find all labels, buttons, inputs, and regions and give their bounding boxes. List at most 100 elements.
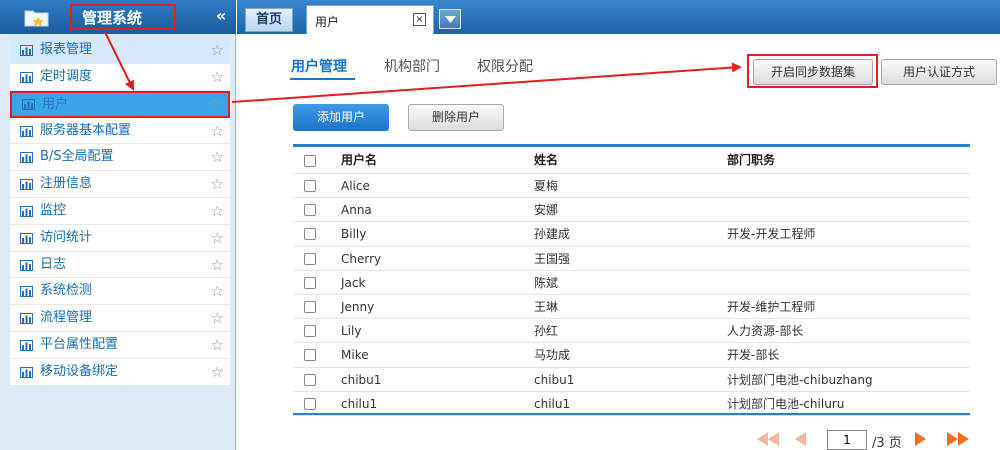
sidebar-item-platform-props[interactable]: 平台属性配置 ☆ (10, 331, 230, 359)
table-row[interactable]: Billy 孙建成 开发-开发工程师 (293, 222, 970, 247)
cell-name: chibu1 (534, 372, 575, 387)
sidebar-menu: 报表管理 ☆ 定时调度 ☆ 用户 ☆ 服务器基本配置 ☆ B/S全局配置 ☆ 注… (10, 37, 230, 386)
cell-username: Lily (341, 324, 362, 339)
cell-name: 孙红 (534, 324, 559, 339)
cell-department: 人力资源-部长 (727, 324, 804, 339)
sidebar-item-label: 注册信息 (40, 176, 93, 192)
row-checkbox[interactable] (304, 228, 316, 241)
first-page-icon[interactable] (757, 432, 779, 446)
cell-username: Mike (341, 348, 369, 363)
bar-chart-icon (20, 125, 33, 137)
sidebar-item-system-check[interactable]: 系统检测 ☆ (10, 278, 230, 306)
sidebar-item-report-management[interactable]: 报表管理 ☆ (10, 37, 230, 64)
subtab-permissions[interactable]: 权限分配 (477, 56, 533, 76)
sidebar-item-users[interactable]: 用户 ☆ (10, 90, 230, 118)
cell-name: 陈斌 (534, 275, 559, 290)
column-header-name[interactable]: 姓名 (534, 147, 558, 174)
row-checkbox[interactable] (304, 276, 316, 289)
star-icon[interactable]: ☆ (211, 64, 224, 91)
star-icon[interactable]: ☆ (209, 93, 222, 116)
star-icon[interactable]: ☆ (211, 278, 224, 305)
star-icon[interactable]: ☆ (211, 332, 224, 359)
subtab-user-management[interactable]: 用户管理 (291, 56, 347, 76)
star-icon[interactable]: ☆ (211, 305, 224, 332)
sidebar-item-label: 用户 (42, 96, 69, 112)
row-checkbox[interactable] (304, 204, 316, 217)
sidebar-item-label: B/S全局配置 (40, 149, 114, 165)
sidebar-item-label: 定时调度 (40, 68, 93, 84)
last-page-icon[interactable] (947, 432, 969, 446)
sidebar-item-registration[interactable]: 注册信息 ☆ (10, 171, 230, 198)
column-header-department[interactable]: 部门职务 (727, 147, 775, 174)
tab-bar: 首页 用户 × (237, 0, 1000, 34)
bar-chart-icon (20, 313, 33, 325)
star-icon[interactable]: ☆ (211, 118, 224, 145)
sidebar-item-scheduling[interactable]: 定时调度 ☆ (10, 63, 230, 91)
star-icon[interactable]: ☆ (211, 37, 224, 64)
user-auth-method-button[interactable]: 用户认证方式 (881, 59, 997, 85)
active-subtab-indicator (290, 78, 355, 80)
table-row[interactable]: chibu1 chibu1 计划部门电池-chibuzhang (293, 368, 970, 392)
star-icon[interactable]: ☆ (211, 144, 224, 171)
table-row[interactable]: Lily 孙红 人力资源-部长 (293, 319, 970, 344)
sidebar-item-bs-global-config[interactable]: B/S全局配置 ☆ (10, 144, 230, 172)
star-icon[interactable]: ☆ (211, 225, 224, 252)
cell-username: Cherry (341, 251, 382, 266)
chevron-down-icon (445, 16, 456, 23)
enable-sync-dataset-button[interactable]: 开启同步数据集 (753, 59, 873, 85)
table-header: 用户名 姓名 部门职务 (293, 147, 970, 174)
table-row[interactable]: Mike 马功成 开发-部长 (293, 343, 970, 368)
sidebar-item-monitoring[interactable]: 监控 ☆ (10, 197, 230, 225)
star-icon[interactable]: ☆ (211, 171, 224, 198)
star-icon[interactable]: ☆ (211, 252, 224, 279)
cell-name: 马功成 (534, 348, 571, 363)
table-row[interactable]: Alice 夏梅 (293, 174, 970, 199)
row-checkbox[interactable] (304, 373, 316, 386)
folder-icon (24, 10, 49, 27)
sidebar: 管理系统 « 报表管理 ☆ 定时调度 ☆ 用户 ☆ 服务器基本配置 ☆ B/S全… (0, 0, 236, 450)
star-icon[interactable]: ☆ (211, 359, 224, 386)
column-header-username[interactable]: 用户名 (341, 147, 377, 174)
sidebar-item-workflow[interactable]: 流程管理 ☆ (10, 305, 230, 332)
cell-username: Alice (341, 179, 370, 193)
bar-chart-icon (20, 286, 33, 298)
row-checkbox[interactable] (304, 349, 316, 362)
row-checkbox[interactable] (304, 397, 316, 410)
tab-list-dropdown-button[interactable] (439, 9, 461, 29)
cell-username: Jenny (341, 299, 375, 314)
row-checkbox[interactable] (304, 252, 316, 265)
cell-department: 计划部门电池-chibuzhang (727, 372, 873, 387)
cell-department: 开发-开发工程师 (727, 227, 816, 242)
collapse-sidebar-button[interactable]: « (212, 7, 230, 25)
bar-chart-icon (22, 98, 35, 110)
row-checkbox[interactable] (304, 325, 316, 338)
next-page-icon[interactable] (915, 432, 926, 446)
sidebar-header: 管理系统 « (0, 0, 236, 34)
subtab-departments[interactable]: 机构部门 (384, 56, 440, 76)
sidebar-item-mobile-binding[interactable]: 移动设备绑定 ☆ (10, 358, 230, 386)
close-icon[interactable]: × (413, 13, 426, 26)
page-number-input[interactable] (827, 430, 867, 450)
sidebar-item-label: 监控 (40, 202, 67, 218)
sidebar-item-server-config[interactable]: 服务器基本配置 ☆ (10, 117, 230, 145)
delete-user-button[interactable]: 删除用户 (408, 104, 504, 131)
sidebar-item-access-stats[interactable]: 访问统计 ☆ (10, 224, 230, 252)
table-row[interactable]: Cherry 王国强 (293, 247, 970, 271)
bar-chart-icon (20, 366, 33, 378)
table-row[interactable]: Jenny 王琳 开发-维护工程师 (293, 295, 970, 320)
cell-name: 王琳 (534, 299, 559, 314)
table-row[interactable]: Anna 安娜 (293, 198, 970, 223)
select-all-checkbox[interactable] (304, 155, 316, 167)
sidebar-item-label: 访问统计 (40, 229, 93, 245)
tab-home[interactable]: 首页 (245, 8, 293, 32)
table-row[interactable]: Jack 陈斌 (293, 271, 970, 295)
row-checkbox[interactable] (304, 180, 316, 192)
prev-page-icon[interactable] (795, 432, 806, 446)
total-pages-label: /3 页 (872, 436, 902, 450)
row-checkbox[interactable] (304, 300, 316, 313)
tab-users[interactable]: 用户 × (306, 5, 434, 34)
add-user-button[interactable]: 添加用户 (293, 104, 389, 131)
cell-name: 夏梅 (534, 179, 559, 193)
star-icon[interactable]: ☆ (211, 198, 224, 225)
sidebar-item-logs[interactable]: 日志 ☆ (10, 251, 230, 279)
